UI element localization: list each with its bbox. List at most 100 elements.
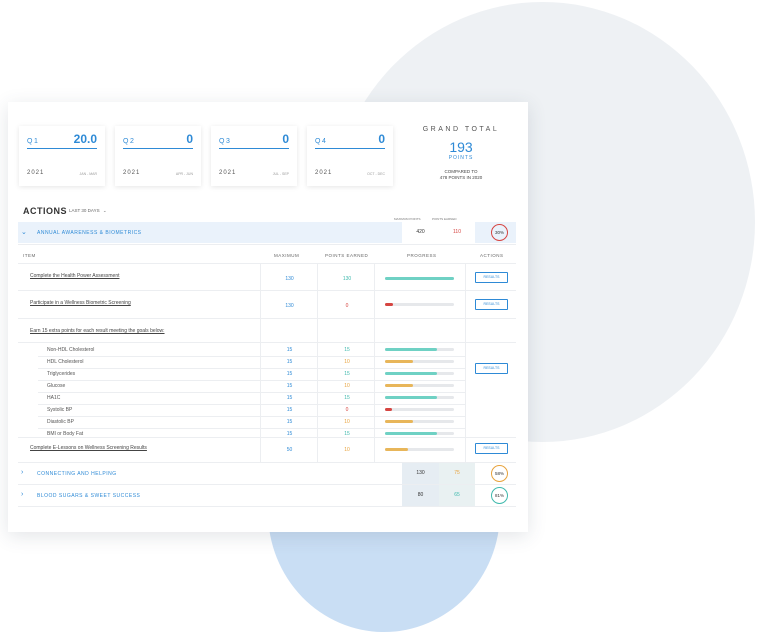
quarter-divider [27, 148, 97, 149]
goal-item-name: Non-HDL Cholesterol [47, 347, 95, 353]
divider [38, 428, 465, 429]
quarter-year: 2021 [219, 170, 237, 176]
grand-total-unit: POINTS [448, 155, 474, 161]
quarter-value: 20.0 [73, 132, 97, 146]
item-points-earned: 10 [344, 447, 350, 453]
item-e-lessons[interactable]: Complete E-Lessons on Wellness Screening… [30, 445, 147, 451]
grand-total-title: GRAND TOTAL [422, 126, 500, 133]
goal-item-maximum: 15 [286, 359, 293, 365]
divider [18, 318, 516, 319]
results-button[interactable]: RESULTS [475, 363, 508, 374]
divider [18, 244, 516, 245]
progress-bar [385, 277, 454, 280]
results-button[interactable]: RESULTS [475, 443, 508, 454]
section-percent-ring: 58% [491, 465, 508, 482]
quarter-label: Q2 [123, 138, 136, 145]
progress-bar [385, 372, 454, 375]
divider [38, 356, 465, 357]
section-max-points: 80 [402, 485, 439, 506]
goal-item-maximum: 15 [286, 419, 293, 425]
goal-item-maximum: 15 [286, 371, 293, 377]
column-divider [374, 263, 375, 462]
section-annual-awareness[interactable]: ⌄ ANNUAL AWARENESS & BIOMETRICS 420 110 … [18, 222, 516, 243]
section-connecting-helping[interactable]: › CONNECTING AND HELPING 130 75 58% [18, 463, 516, 484]
column-header-actions: ACTIONS [480, 253, 504, 258]
divider [18, 437, 516, 438]
goal-item-maximum: 15 [286, 383, 293, 389]
section-percent-ring: 30% [491, 224, 508, 241]
divider [38, 404, 465, 405]
section-label: CONNECTING AND HELPING [37, 471, 117, 477]
section-percent-ring: 81% [491, 487, 508, 504]
quarter-range: OCT - DEC [367, 172, 385, 176]
goal-item-name: Triglycerides [47, 371, 76, 377]
quarter-year: 2021 [123, 170, 141, 176]
quarter-card-q3: Q3 0 2021 JUL - SEP [211, 126, 297, 186]
item-health-power-assessment[interactable]: Complete the Health Power Assessment [30, 273, 120, 279]
quarter-card-q2: Q2 0 2021 APR - JUN [115, 126, 201, 186]
section-blood-sugars[interactable]: › BLOOD SUGARS & SWEET SUCCESS 80 65 81% [18, 485, 516, 506]
quarter-value: 0 [378, 132, 385, 146]
column-header-maximum: MAXIMUM [274, 253, 300, 258]
points-dashboard-card: Q1 20.0 2021 JAN - MAR Q2 0 2021 APR - J… [8, 102, 528, 532]
goal-item-points-earned: 15 [344, 371, 350, 377]
section-max-points: 130 [402, 463, 439, 484]
divider [38, 368, 465, 369]
actions-heading: ACTIONS [23, 206, 67, 216]
quarter-card-q4: Q4 0 2021 OCT - DEC [307, 126, 393, 186]
chevron-down-icon: ⌄ [102, 208, 107, 213]
column-divider [260, 263, 261, 462]
goal-item-maximum: 15 [286, 395, 293, 401]
quarter-range: JUL - SEP [272, 172, 289, 176]
grand-total: GRAND TOTAL 193 POINTS COMPARED TO 478 P… [408, 126, 514, 181]
goal-item-name: Systolic BP [47, 407, 73, 413]
divider [18, 342, 516, 343]
column-divider [465, 263, 466, 462]
comparison-line-2: 478 POINTS IN 2020 [439, 174, 483, 180]
progress-bar [385, 432, 454, 435]
section-points-earned: 110 [439, 222, 475, 243]
section-label: ANNUAL AWARENESS & BIOMETRICS [37, 230, 142, 236]
goal-item-maximum: 15 [286, 347, 293, 353]
goal-item-points-earned: 10 [344, 383, 350, 389]
progress-fill [385, 408, 392, 411]
chevron-right-icon[interactable]: › [21, 491, 23, 498]
quarter-year: 2021 [27, 170, 45, 176]
quarter-year: 2021 [315, 170, 333, 176]
column-header-item: ITEM [23, 253, 36, 258]
divider [38, 416, 465, 417]
progress-fill [385, 360, 413, 363]
chevron-right-icon[interactable]: › [21, 469, 23, 476]
progress-fill [385, 420, 413, 423]
quarter-divider [315, 148, 385, 149]
item-maximum: 130 [285, 303, 294, 309]
results-button[interactable]: RESULTS [475, 272, 508, 283]
quarter-value: 0 [282, 132, 289, 146]
max-points-header: MAXIMUM POINTS [394, 217, 421, 221]
section-max-points: 420 [402, 222, 439, 243]
divider [18, 290, 516, 291]
chevron-down-icon[interactable]: ⌄ [21, 228, 27, 236]
date-filter-dropdown[interactable]: LAST 30 DAYS ⌄ [69, 208, 107, 214]
quarter-value: 0 [186, 132, 193, 146]
progress-fill [385, 396, 437, 399]
progress-bar [385, 303, 454, 306]
item-points-earned: 0 [345, 303, 349, 309]
section-points-earned: 75 [439, 463, 475, 484]
quarter-card-q1: Q1 20.0 2021 JAN - MAR [19, 126, 105, 186]
grand-total-value: 193 [449, 139, 473, 155]
section-label: BLOOD SUGARS & SWEET SUCCESS [37, 493, 141, 499]
progress-bar [385, 384, 454, 387]
progress-bar [385, 348, 454, 351]
item-points-earned: 130 [342, 276, 352, 282]
results-button[interactable]: RESULTS [475, 299, 508, 310]
progress-bar [385, 360, 454, 363]
progress-fill [385, 384, 413, 387]
goal-item-points-earned: 0 [345, 407, 349, 413]
section-points-earned: 65 [439, 485, 475, 506]
divider [18, 263, 516, 264]
item-biometric-screening[interactable]: Participate in a Wellness Biometric Scre… [30, 300, 131, 306]
grand-total-comparison: COMPARED TO 478 POINTS IN 2020 [408, 169, 514, 181]
quarter-range: APR - JUN [175, 172, 193, 176]
goal-item-name: Glucose [47, 383, 66, 389]
